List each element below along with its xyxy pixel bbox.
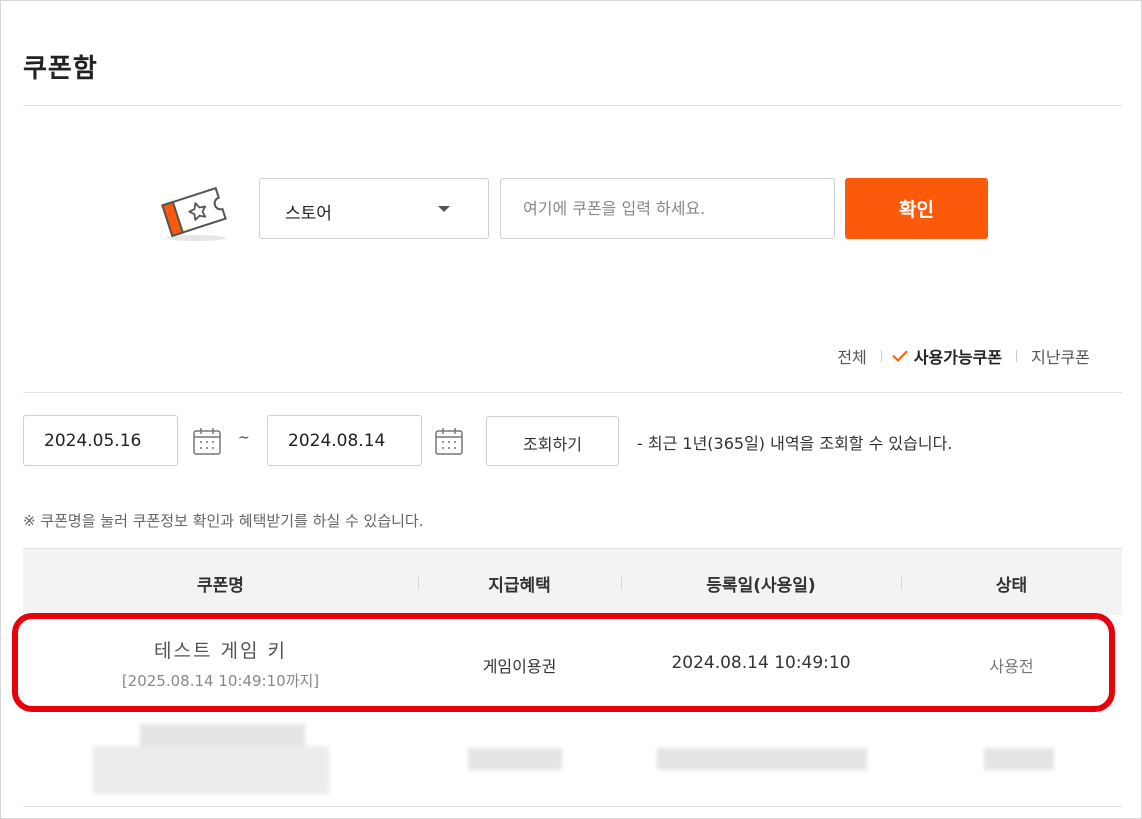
filter-divider xyxy=(1016,350,1018,362)
search-button-label: 조회하기 xyxy=(523,435,582,454)
date-range-note: - 최근 1년(365일) 내역을 조회할 수 있습니다. xyxy=(637,434,953,453)
confirm-button[interactable]: 확인 xyxy=(845,178,988,239)
search-button[interactable]: 조회하기 xyxy=(486,416,619,466)
header-registered: 등록일(사용일) xyxy=(706,576,816,596)
calendar-icon[interactable] xyxy=(192,426,222,456)
filter-expired[interactable]: 지난쿠폰 xyxy=(1031,344,1090,368)
redacted-block xyxy=(93,746,329,794)
start-date-value: 2024.05.16 xyxy=(44,431,142,451)
check-icon xyxy=(892,345,908,362)
coupon-code-field[interactable] xyxy=(500,178,835,239)
date-range-separator: ~ xyxy=(238,430,250,446)
store-select[interactable]: 스토어 xyxy=(259,178,489,239)
coupon-ticket-icon xyxy=(161,186,227,241)
filter-available[interactable]: 사용가능쿠폰 xyxy=(892,344,1003,368)
end-date-field[interactable]: 2024.08.14 xyxy=(267,415,422,466)
filter-available-label: 사용가능쿠폰 xyxy=(913,348,1003,367)
coupon-filter-tabs: 전체 사용가능쿠폰 지난쿠폰 xyxy=(837,344,1090,368)
filter-divider xyxy=(880,350,882,362)
redacted-block xyxy=(657,748,867,770)
coupon-table-header: 쿠폰명 지급혜택 등록일(사용일) 상태 xyxy=(23,548,1122,615)
coupon-code-input[interactable] xyxy=(501,179,834,238)
coupon-info-note: ※ 쿠폰명을 눌러 쿠폰정보 확인과 혜택받기를 하실 수 있습니다. xyxy=(23,512,424,530)
title-divider xyxy=(23,105,1122,106)
header-benefit: 지급혜택 xyxy=(488,576,551,596)
end-date-value: 2024.08.14 xyxy=(288,431,386,451)
caret-down-icon xyxy=(438,206,450,212)
redacted-block xyxy=(984,748,1054,770)
store-select-value: 스토어 xyxy=(285,204,332,224)
header-status: 상태 xyxy=(995,576,1028,596)
calendar-icon[interactable] xyxy=(434,426,464,456)
page-title: 쿠폰함 xyxy=(23,54,98,84)
highlight-annotation xyxy=(12,613,1115,712)
header-coupon-name: 쿠폰명 xyxy=(197,576,244,596)
redacted-block xyxy=(468,748,562,770)
table-bottom-divider xyxy=(23,806,1122,807)
filter-divider-line xyxy=(23,392,1122,393)
filter-all[interactable]: 전체 xyxy=(837,344,866,368)
start-date-field[interactable]: 2024.05.16 xyxy=(23,415,178,466)
